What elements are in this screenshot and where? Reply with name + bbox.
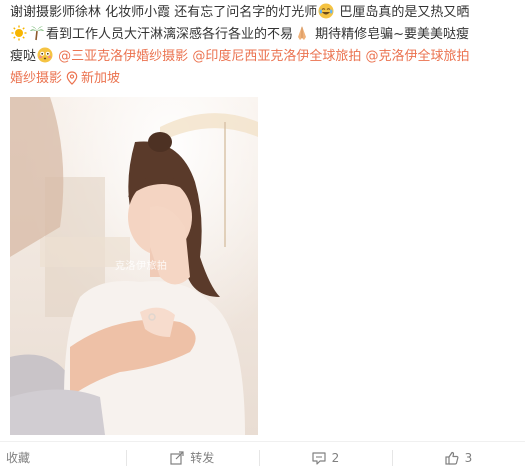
post-photo[interactable]: 克洛伊旅拍	[10, 97, 258, 435]
like-button[interactable]: 3	[391, 442, 525, 473]
location-link[interactable]: 新加坡	[81, 71, 120, 86]
mention-chloe-global[interactable]: @克洛伊全球旅拍	[365, 49, 469, 64]
like-count: 3	[464, 450, 473, 465]
post-text-line2: 看到工作人员大汗淋漓深感各行各业的不易	[46, 27, 294, 42]
praying-hands-emoji	[298, 26, 307, 40]
post-text-line3: 瘦哒	[10, 49, 37, 64]
post-text-line1b: 巴厘岛真的是又热又晒	[335, 5, 470, 20]
repost-label: 转发	[190, 451, 215, 465]
action-bar: 收藏 转发 2 3	[0, 441, 525, 473]
comment-button[interactable]: 2	[258, 442, 392, 473]
comment-icon	[311, 451, 326, 465]
photo-watermark: 克洛伊旅拍	[115, 261, 168, 272]
repost-icon	[170, 450, 184, 465]
comment-count: 2	[331, 450, 340, 465]
mention-chloe-global-cont[interactable]: 婚纱摄影	[10, 71, 62, 86]
thumbs-up-icon	[445, 451, 459, 465]
laugh-cry-emoji	[318, 3, 334, 19]
location-pin-icon	[66, 71, 78, 85]
favorite-button[interactable]: 收藏	[0, 442, 126, 473]
post-text: 谢谢摄影师徐林 化妆师小霞 还有忘了问名字的灯光师 巴厘岛真的是又热又晒 看到工…	[10, 2, 518, 90]
post-text-line1: 谢谢摄影师徐林 化妆师小霞 还有忘了问名字的灯光师	[10, 5, 318, 20]
sun-emoji	[11, 25, 27, 41]
repost-button[interactable]: 转发	[125, 442, 259, 473]
mention-sanya-chloe[interactable]: @三亚克洛伊婚纱摄影	[58, 49, 188, 64]
post-text-line2b: 期待精修皂骗~要美美哒瘦	[311, 27, 470, 42]
mention-indonesia-chloe[interactable]: @印度尼西亚克洛伊全球旅拍	[192, 49, 361, 64]
favorite-label: 收藏	[6, 451, 31, 465]
flushed-face-emoji	[37, 47, 53, 63]
palm-tree-emoji	[30, 26, 44, 41]
